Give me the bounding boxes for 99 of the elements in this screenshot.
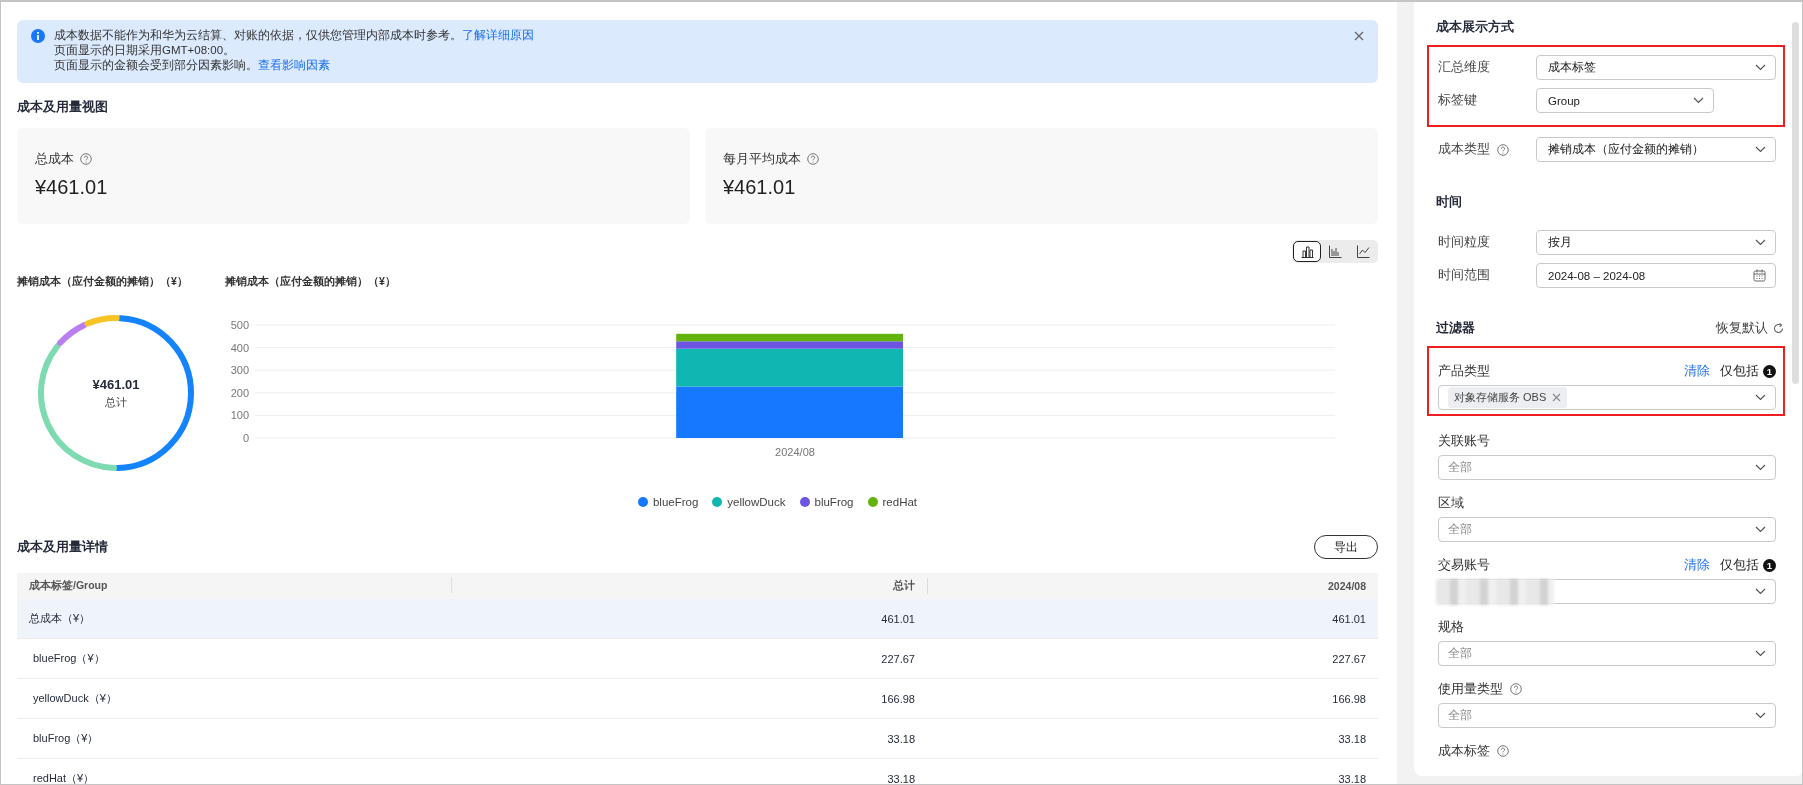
clear-link[interactable]: 清除 — [1684, 556, 1710, 574]
section-title: 成本及用量视图 — [17, 99, 108, 114]
field-label: 使用量类型 — [1438, 680, 1503, 698]
chevron-down-icon — [1755, 64, 1766, 71]
metric-label: 总成本 — [35, 150, 74, 168]
column-header: 2024/08 — [927, 580, 1378, 592]
metric-label: 每月平均成本 — [723, 150, 801, 168]
axis-tick-label: 500 — [230, 319, 249, 331]
donut-total-label: 总计 — [105, 395, 127, 410]
chart-type-button[interactable] — [1293, 241, 1321, 262]
chevron-down-icon — [1755, 588, 1766, 595]
legend-label: blueFrog — [652, 496, 699, 508]
metric-value: ¥461.01 — [35, 176, 109, 199]
refresh-icon — [1773, 322, 1784, 334]
table-cell-text: 461.01 — [880, 612, 916, 625]
dropdown[interactable]: 按月 — [1536, 230, 1776, 255]
chevron-down-icon — [1693, 97, 1704, 104]
field-label: 时间粒度 — [1438, 234, 1490, 251]
export-button[interactable]: 导出 — [1314, 535, 1378, 559]
notice-text: 成本数据不能作为和华为云结算、对账的依据，仅供您管理内部成本时参考。了解详细原因 — [54, 28, 535, 43]
histogram-icon — [1328, 245, 1342, 258]
donut-total: ¥461.01 — [92, 377, 140, 392]
legend-label: yellowDuck — [727, 496, 786, 508]
axis-category-label: 2024/08 — [775, 446, 815, 458]
column-header: 总计 — [451, 579, 927, 593]
dropdown[interactable]: 摊销成本（应付金额的摊销） — [1536, 137, 1776, 162]
bar-chart-icon — [1300, 245, 1314, 258]
chevron-down-icon — [1755, 712, 1766, 719]
table-cell-text: 总成本（¥） — [28, 611, 92, 626]
table-cell-text: 166.98 — [1331, 692, 1367, 705]
table-cell-text: 33.18 — [1337, 772, 1367, 784]
table-cell-text: bluFrog（¥） — [32, 731, 100, 746]
dropdown[interactable]: 全部 — [1438, 517, 1776, 542]
reset-link[interactable]: 恢复默认 — [1716, 319, 1784, 337]
table-cell-text: redHat（¥） — [32, 771, 96, 784]
chart-title: 摊销成本（应付金额的摊销）（¥） — [225, 275, 396, 289]
field-label: 成本标签 — [1438, 742, 1490, 760]
axis-tick-label: 0 — [242, 432, 249, 444]
count-badge: 1 — [1763, 364, 1776, 378]
chevron-down-icon — [1755, 526, 1766, 533]
chevron-down-icon — [1755, 239, 1766, 246]
dropdown[interactable]: 对象存储服务 OBS — [1438, 385, 1776, 410]
field-label: 规格 — [1438, 618, 1464, 636]
section-title: 时间 — [1436, 193, 1462, 211]
column-header: 成本标签/Group — [28, 579, 109, 593]
field-label: 产品类型 — [1438, 362, 1490, 380]
table-cell-text: 461.01 — [1331, 612, 1367, 625]
notice-link[interactable]: 查看影响因素 — [258, 59, 330, 71]
clear-link[interactable]: 清除 — [1684, 362, 1710, 380]
help-icon — [80, 153, 92, 165]
info-icon — [31, 29, 45, 43]
table-cell-text: 33.18 — [1337, 732, 1367, 745]
field-label: 成本类型 — [1438, 141, 1490, 158]
table-cell-text: 33.18 — [886, 732, 916, 745]
dropdown[interactable]: 成本标签 — [1536, 55, 1776, 80]
date-range-field[interactable]: 2024-08 – 2024-08 — [1536, 263, 1776, 288]
field-label: 关联账号 — [1438, 432, 1490, 450]
section-title: 成本展示方式 — [1436, 18, 1514, 36]
table-cell-text: 227.67 — [880, 652, 916, 665]
table-cell-text: 33.18 — [886, 772, 916, 784]
legend-label: bluFrog — [814, 496, 854, 508]
include-label: 仅包括 — [1720, 556, 1759, 574]
field-label: 汇总维度 — [1438, 59, 1490, 76]
remove-tag-icon[interactable] — [1552, 393, 1562, 402]
calendar-icon — [1753, 269, 1766, 282]
field-label: 时间范围 — [1438, 267, 1490, 284]
dropdown[interactable]: Group — [1536, 88, 1714, 113]
chevron-down-icon — [1755, 650, 1766, 657]
notice-text: 页面显示的日期采用GMT+08:00。 — [54, 43, 237, 58]
axis-tick-label: 300 — [230, 364, 249, 377]
section-title: 过滤器 — [1436, 319, 1475, 337]
notice-link[interactable]: 了解详细原因 — [462, 29, 534, 41]
include-label: 仅包括 — [1720, 362, 1759, 380]
chevron-down-icon — [1755, 394, 1766, 401]
chevron-down-icon — [1755, 464, 1766, 471]
notice-text: 页面显示的金额会受到部分因素影响。查看影响因素 — [54, 58, 331, 73]
dropdown[interactable]: 全部 — [1438, 703, 1776, 728]
close-icon[interactable] — [1354, 31, 1364, 41]
section-title: 成本及用量详情 — [17, 538, 108, 556]
chart-title: 摊销成本（应付金额的摊销）（¥） — [17, 275, 188, 289]
field-label: 交易账号 — [1438, 556, 1490, 574]
metric-value: ¥461.01 — [723, 176, 797, 199]
help-icon — [807, 153, 819, 165]
table-cell-text: 227.67 — [1331, 652, 1367, 665]
filter-tag: 对象存储服务 OBS — [1448, 387, 1568, 408]
dropdown[interactable]: 全部 — [1438, 455, 1776, 480]
line-chart-icon — [1356, 245, 1370, 258]
chevron-down-icon — [1755, 146, 1766, 153]
dropdown[interactable]: 全部 — [1438, 641, 1776, 666]
field-label: 区域 — [1438, 494, 1464, 512]
table-cell-text: 166.98 — [880, 692, 916, 705]
axis-tick-label: 100 — [230, 409, 249, 422]
axis-tick-label: 200 — [230, 386, 249, 399]
table-cell-text: blueFrog（¥） — [32, 651, 106, 666]
legend-label: redHat — [882, 496, 918, 508]
axis-tick-label: 400 — [230, 341, 249, 354]
field-label: 标签键 — [1438, 92, 1477, 109]
count-badge: 1 — [1763, 558, 1776, 572]
table-cell-text: yellowDuck（¥） — [32, 691, 118, 706]
